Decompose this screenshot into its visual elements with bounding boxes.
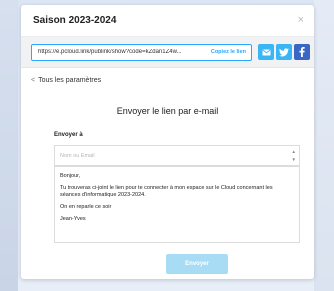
dialog-title: Saison 2023-2024 [33,15,117,26]
message-textarea[interactable]: Bonjour, Tu trouveras ci-joint le lien p… [54,166,300,243]
recipient-label: Envoyer à [54,132,83,138]
back-to-settings-label: Tous les paramètres [38,77,102,84]
message-line: Jean-Yves [60,216,86,222]
send-button[interactable]: Envoyer [166,254,228,274]
chevron-left-icon: < [31,77,36,84]
recipient-input[interactable]: Nom ou Email ▲ ▼ [54,145,300,166]
facebook-icon [299,47,305,57]
email-icon [262,49,270,55]
share-link-url[interactable]: https://e.pcloud.link/publink/show?code=… [38,49,188,55]
share-email-button[interactable] [258,44,274,60]
share-facebook-button[interactable] [294,44,310,60]
close-icon[interactable]: × [298,14,304,26]
recipient-stepper[interactable]: ▲ ▼ [292,148,296,164]
share-dialog: Saison 2023-2024 × https://e.pcloud.link… [21,5,314,279]
twitter-icon [279,47,289,56]
arrow-down-icon[interactable]: ▼ [292,156,296,164]
message-line: Bonjour, [60,173,81,179]
arrow-up-icon[interactable]: ▲ [292,148,296,156]
section-title: Envoyer le lien par e-mail [116,106,219,116]
copy-link-button[interactable]: Copiez le lien [211,49,246,55]
back-to-settings-link[interactable]: < Tous les paramètres [31,77,101,84]
share-link-field[interactable]: https://e.pcloud.link/publink/show?code=… [31,44,252,61]
recipient-placeholder: Nom ou Email [60,153,95,159]
page-backdrop-right [314,0,334,291]
share-link-bar: https://e.pcloud.link/publink/show?code=… [21,37,314,68]
share-twitter-button[interactable] [276,44,292,60]
message-line: Tu trouveras ci-joint le lien pour te co… [60,185,273,198]
page-backdrop-left [0,0,18,291]
message-line: On en reparle ce soir [60,204,112,210]
dialog-header: Saison 2023-2024 × [21,5,314,37]
